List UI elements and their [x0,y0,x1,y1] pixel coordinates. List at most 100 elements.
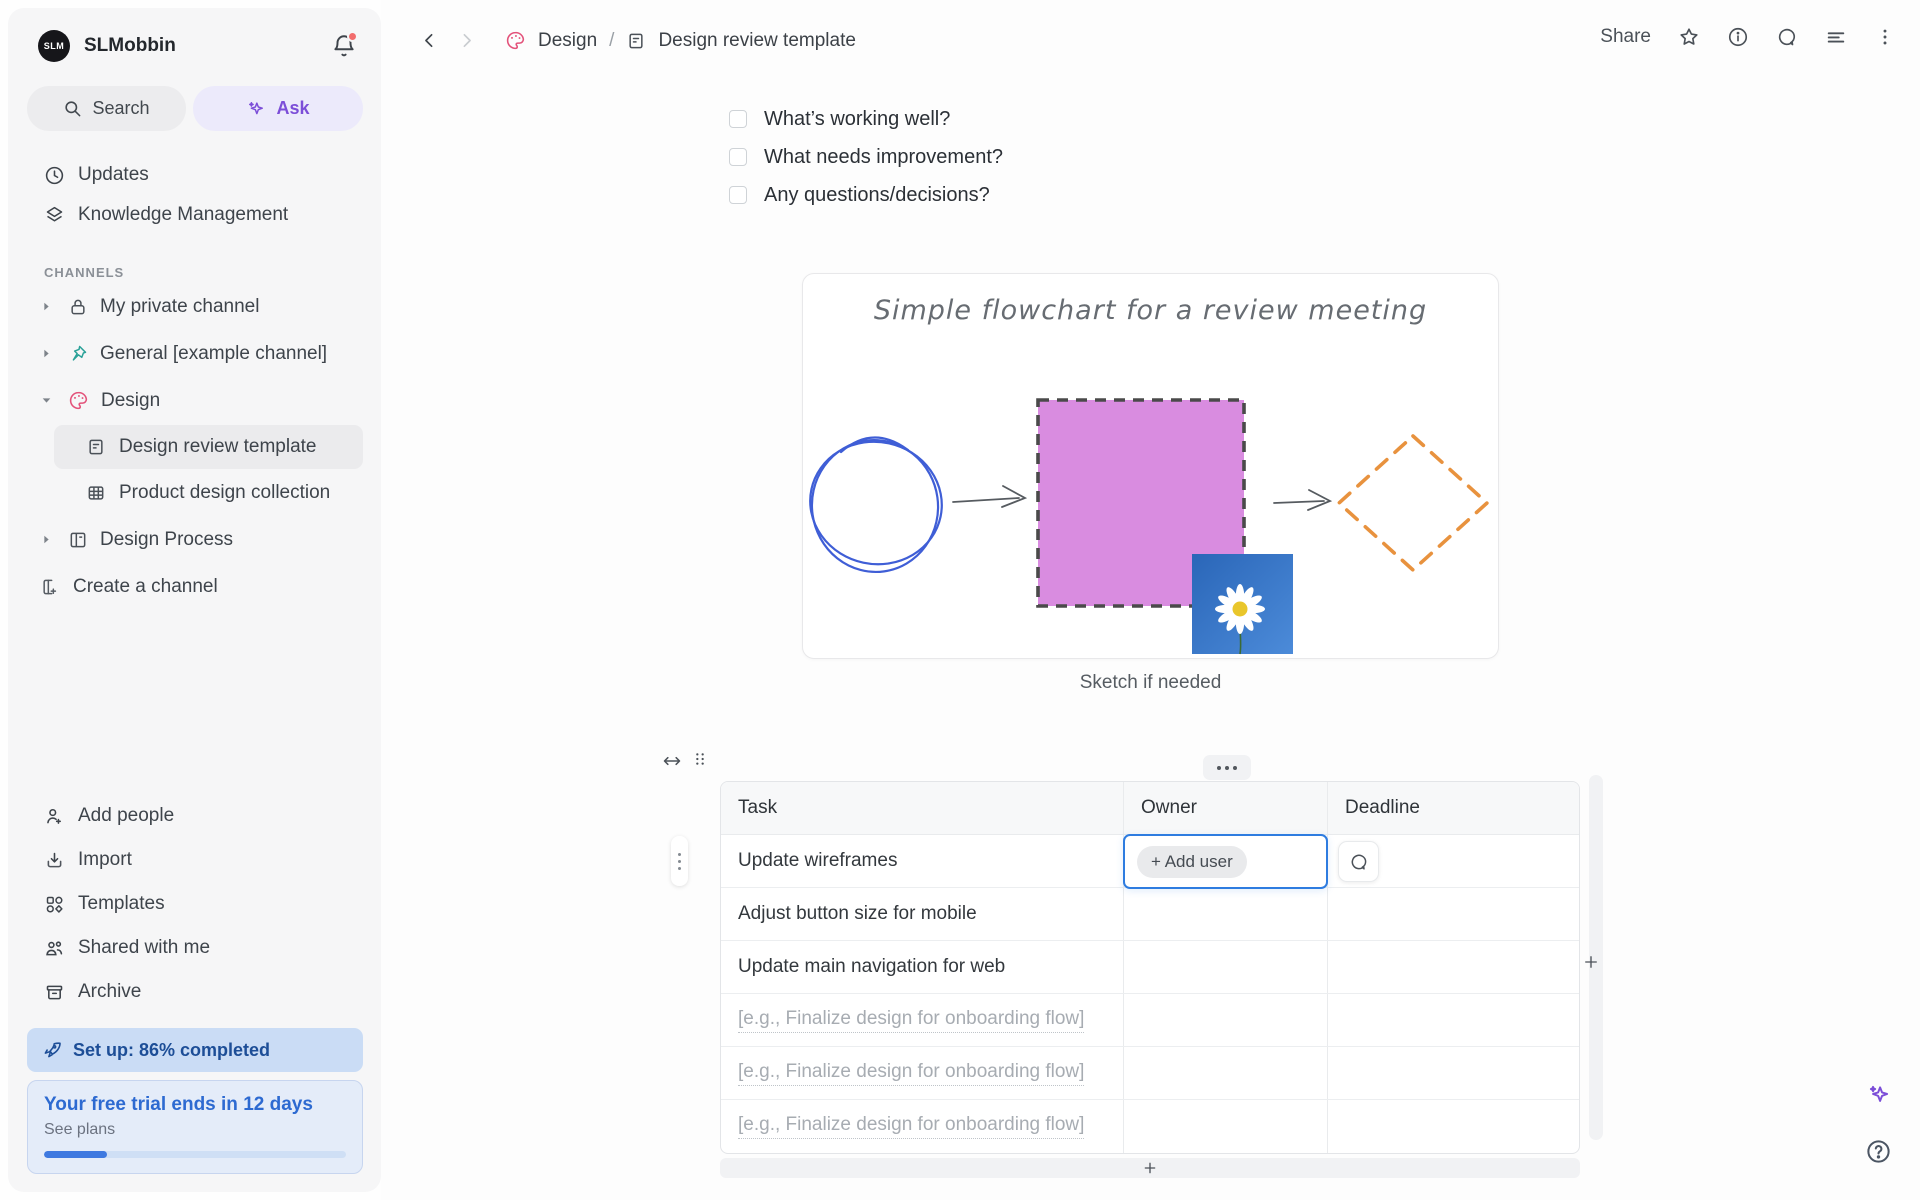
see-plans-link[interactable]: See plans [44,1121,346,1139]
person-plus-icon [44,806,65,827]
channel-design[interactable]: Design [8,377,381,424]
chevron-right-icon[interactable] [40,533,54,546]
deadline-cell[interactable] [1328,994,1579,1046]
checkbox[interactable] [729,186,747,204]
setup-progress-banner[interactable]: Set up: 86% completed [27,1028,363,1072]
sidebar-item-knowledge-management[interactable]: Knowledge Management [8,195,381,235]
comments-icon[interactable] [1776,26,1798,48]
arrow [952,485,1028,508]
chevron-down-icon[interactable] [40,394,54,407]
notifications-bell-icon[interactable] [331,31,358,59]
sidebar-item-label: Updates [78,164,149,185]
task-cell[interactable]: Update wireframes [721,835,1124,887]
checklist-label[interactable]: Any questions/decisions? [764,184,990,207]
channel-general-example[interactable]: General [example channel] [8,330,381,377]
page-product-design-collection[interactable]: Product design collection [54,471,363,515]
checklist-label[interactable]: What’s working well? [764,108,950,131]
task-cell: [e.g., Finalize design for onboarding fl… [721,994,1124,1046]
help-button[interactable] [1865,1138,1892,1170]
table-tools [662,751,708,771]
task-cell: [e.g., Finalize design for onboarding fl… [721,1100,1124,1153]
checkbox[interactable] [729,148,747,166]
task-cell: [e.g., Finalize design for onboarding fl… [721,1047,1124,1099]
chevron-right-icon[interactable] [40,347,54,360]
create-channel-button[interactable]: Create a channel [8,563,381,610]
task-cell[interactable]: Update main navigation for web [721,941,1124,993]
flowchart-canvas[interactable]: Simple flowchart for a review meeting [802,273,1499,659]
ask-button[interactable]: Ask [193,86,363,131]
sidebar-item-templates[interactable]: Templates [8,882,381,926]
share-button[interactable]: Share [1600,26,1651,48]
add-column-button[interactable] [1582,953,1600,971]
outline-icon[interactable] [1825,26,1847,48]
checklist-item: Any questions/decisions? [729,180,1003,210]
checklist-label[interactable]: What needs improvement? [764,146,1003,169]
sidebar-item-label: Archive [78,981,142,1002]
resize-horizontal-icon[interactable] [662,751,682,771]
deadline-cell[interactable] [1328,941,1579,993]
more-options-icon[interactable] [1874,26,1896,48]
owner-cell[interactable] [1124,888,1328,940]
main-area: Design / Design review template Share Wh… [381,0,1920,1200]
task-cell[interactable]: Adjust button size for mobile [721,888,1124,940]
checkbox[interactable] [729,110,747,128]
owner-cell[interactable] [1124,1100,1328,1153]
table-row-placeholder: [e.g., Finalize design for onboarding fl… [721,994,1579,1047]
notification-dot [347,31,358,42]
deadline-cell[interactable] [1328,888,1579,940]
trial-card[interactable]: Your free trial ends in 12 days See plan… [27,1080,363,1174]
owner-cell[interactable] [1124,941,1328,993]
setup-progress-label: Set up: 86% completed [73,1039,271,1060]
breadcrumb-channel[interactable]: Design [538,30,597,52]
sidebar-item-shared-with-me[interactable]: Shared with me [8,926,381,970]
workspace-logo[interactable]: SLM [38,30,70,62]
deadline-cell[interactable] [1328,1100,1579,1153]
info-icon[interactable] [1727,26,1749,48]
column-header-deadline[interactable]: Deadline [1328,782,1579,834]
sidebar-item-add-people[interactable]: Add people [8,794,381,838]
trial-progress-track [44,1151,346,1158]
flowchart-drawing [809,398,1489,655]
owner-cell[interactable] [1124,1047,1328,1099]
add-channel-icon [40,577,60,597]
selected-owner-cell[interactable]: + Add user [1123,834,1328,889]
rocket-icon [41,1040,62,1061]
add-user-button[interactable]: + Add user [1137,845,1247,878]
search-icon [63,99,82,118]
sidebar-item-updates[interactable]: Updates [8,155,381,195]
search-label: Search [92,98,150,118]
checklist-item: What needs improvement? [729,142,1003,172]
channel-my-private-channel[interactable]: My private channel [8,283,381,330]
favorite-star-icon[interactable] [1678,26,1700,48]
search-button[interactable]: Search [27,86,186,131]
back-button[interactable] [417,28,442,53]
table-header-row: Task Owner Deadline [721,782,1579,835]
forward-button[interactable] [454,28,479,53]
deadline-cell[interactable] [1328,1047,1579,1099]
drag-grip-icon[interactable] [692,751,708,771]
row-drag-handle[interactable] [671,836,688,886]
sidebar-header: SLM SLMobbin [8,8,381,62]
grid-icon [86,483,106,503]
breadcrumb-page[interactable]: Design review template [658,30,855,52]
sidebar-item-label: Knowledge Management [78,204,289,225]
column-header-task[interactable]: Task [721,782,1124,834]
owner-cell[interactable] [1124,994,1328,1046]
ai-sparkle-button[interactable] [1866,1082,1892,1113]
pin-icon [68,344,88,364]
add-row-button[interactable] [720,1158,1580,1178]
workspace-name[interactable]: SLMobbin [84,35,331,57]
shapes-icon [44,894,65,915]
page-design-review-template[interactable]: Design review template [54,425,363,469]
sidebar-item-import[interactable]: Import [8,838,381,882]
sidebar-item-archive[interactable]: Archive [8,970,381,1014]
table-options-button[interactable] [1203,755,1251,780]
chevron-right-icon[interactable] [40,300,54,313]
layers-icon [44,205,65,226]
task-table-wrap: Task Owner Deadline Update wireframes Ad… [663,753,1603,1178]
column-header-owner[interactable]: Owner [1124,782,1328,834]
channel-design-process[interactable]: Design Process [8,516,381,563]
comment-bubble-button[interactable] [1338,841,1379,882]
table-row: Update main navigation for web [721,941,1579,994]
table-row-placeholder: [e.g., Finalize design for onboarding fl… [721,1100,1579,1153]
